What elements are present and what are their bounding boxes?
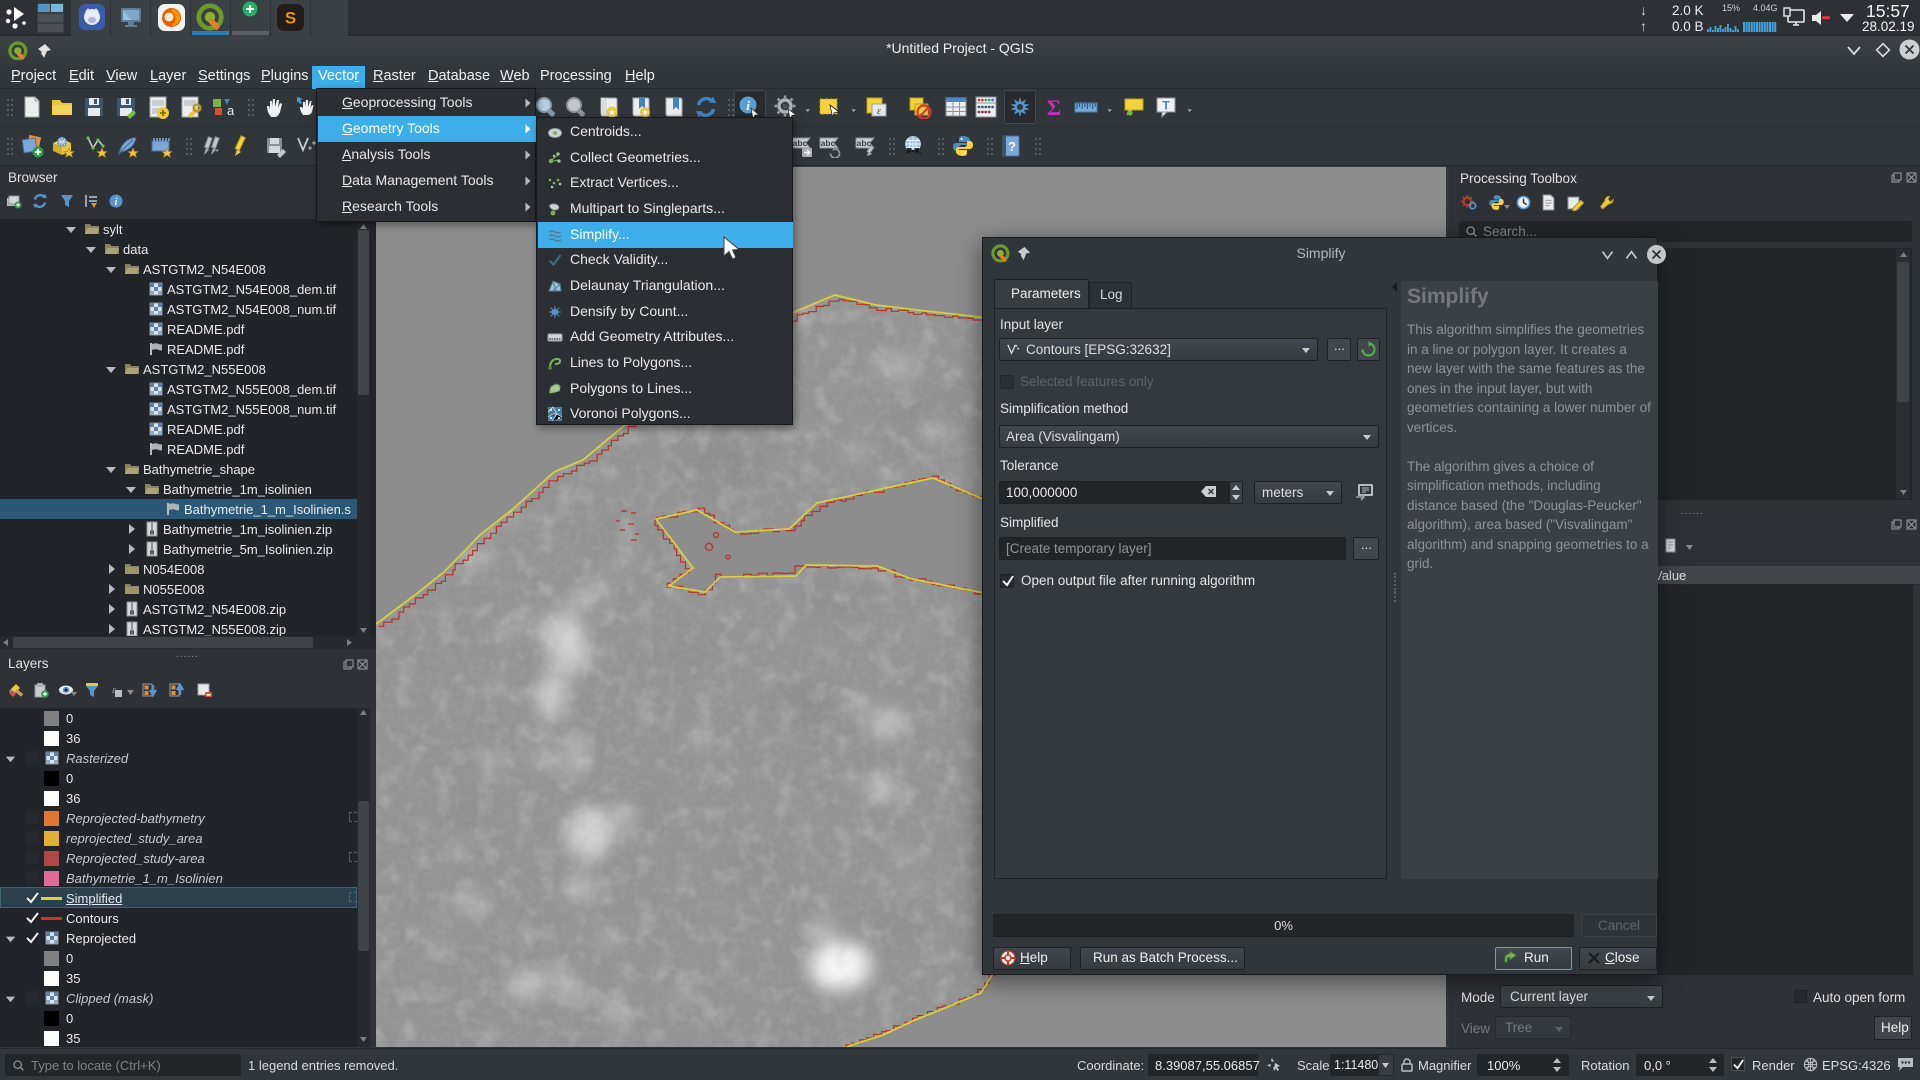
svg-text:abc: abc <box>793 138 808 148</box>
svg-text:i: i <box>115 197 118 208</box>
svg-text:T: T <box>1162 99 1170 113</box>
svg-text:Σ: Σ <box>1047 95 1061 119</box>
svg-text:i: i <box>746 98 750 113</box>
svg-text:?: ? <box>1008 139 1016 154</box>
svg-text:abc: abc <box>821 138 836 148</box>
svg-text:S: S <box>285 9 296 28</box>
svg-text:ε: ε <box>877 106 881 117</box>
svg-text:abc: abc <box>857 138 872 148</box>
svg-text:a: a <box>227 103 234 118</box>
